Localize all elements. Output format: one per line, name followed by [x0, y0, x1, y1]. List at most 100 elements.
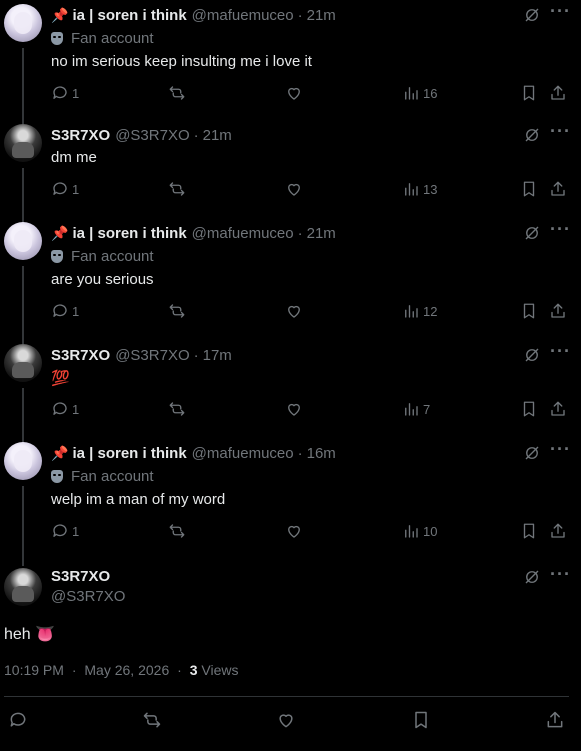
avatar[interactable]: [4, 344, 42, 382]
share-icon: [547, 711, 563, 728]
author-handle[interactable]: @mafuemuceo: [192, 225, 294, 242]
author-name[interactable]: S3R7XO: [51, 347, 110, 364]
reply-tweet[interactable]: 📌 ia | soren i think @mafuemuceo · 16m F…: [0, 439, 581, 566]
bookmark-button[interactable]: [411, 710, 431, 730]
tweet-time[interactable]: 21m: [307, 7, 336, 24]
avatar[interactable]: [4, 124, 42, 162]
author-name[interactable]: ia | soren i think: [72, 445, 186, 462]
author-handle[interactable]: @S3R7XO: [115, 347, 189, 364]
bookmark-icon: [523, 523, 535, 539]
heart-icon: [288, 87, 300, 100]
grok-icon[interactable]: [523, 444, 541, 467]
reply-tweet[interactable]: 📌 ia | soren i think @mafuemuceo · 21m F…: [0, 1, 581, 128]
main-author-name[interactable]: S3R7XO: [51, 568, 125, 585]
reply-tweet[interactable]: S3R7XO @S3R7XO · 17m 💯 ··· 1 7: [0, 341, 581, 446]
retweet-icon: [143, 712, 161, 728]
share-icon: [551, 303, 565, 318]
reply-button[interactable]: 1: [51, 180, 79, 198]
share-button[interactable]: [549, 400, 567, 418]
tweet-text: no im serious keep insulting me i love i…: [51, 53, 312, 70]
like-button[interactable]: [285, 84, 303, 102]
tweet-header: S3R7XO @S3R7XO · 17m: [51, 346, 232, 364]
bookmark-button[interactable]: [520, 302, 538, 320]
tweet-time[interactable]: 21m: [307, 225, 336, 242]
avatar[interactable]: [4, 222, 42, 260]
share-button[interactable]: [549, 302, 567, 320]
share-button[interactable]: [549, 522, 567, 540]
grok-icon[interactable]: [523, 224, 541, 247]
reply-button[interactable]: 1: [51, 522, 79, 540]
views-button[interactable]: 16: [402, 84, 437, 102]
share-button[interactable]: [545, 710, 565, 730]
more-icon[interactable]: ···: [550, 439, 571, 460]
reply-count: 1: [72, 181, 80, 197]
views-count: 12: [423, 303, 438, 319]
retweet-button[interactable]: [168, 400, 186, 418]
more-icon[interactable]: ···: [550, 219, 571, 240]
avatar[interactable]: [4, 4, 42, 42]
tweet-time[interactable]: 16m: [307, 445, 336, 462]
like-button[interactable]: [276, 710, 296, 730]
like-button[interactable]: [285, 400, 303, 418]
reply-button[interactable]: 1: [51, 84, 79, 102]
fan-label-text: Fan account: [71, 29, 154, 47]
views-button[interactable]: 12: [402, 302, 437, 320]
views-count: 10: [423, 523, 438, 539]
avatar[interactable]: [4, 568, 42, 606]
grok-icon[interactable]: [523, 568, 541, 591]
author-handle[interactable]: @mafuemuceo: [192, 7, 294, 24]
retweet-button[interactable]: [168, 302, 186, 320]
retweet-button[interactable]: [168, 522, 186, 540]
views-icon: [405, 525, 418, 538]
retweet-icon: [169, 182, 185, 196]
divider: [4, 696, 569, 697]
tweet-time[interactable]: 17m: [203, 347, 232, 364]
main-author-handle[interactable]: @S3R7XO: [51, 588, 125, 605]
reply-button[interactable]: 1: [51, 400, 79, 418]
author-handle[interactable]: @S3R7XO: [115, 127, 189, 144]
reply-button[interactable]: 1: [51, 302, 79, 320]
more-icon[interactable]: ···: [550, 121, 571, 142]
views-count: 7: [423, 401, 431, 417]
views-count: 13: [423, 181, 438, 197]
reply-tweet[interactable]: 📌 ia | soren i think @mafuemuceo · 21m F…: [0, 219, 581, 348]
author-name[interactable]: ia | soren i think: [72, 7, 186, 24]
grok-icon[interactable]: [523, 126, 541, 149]
reply-button[interactable]: [8, 710, 28, 730]
reply-tweet[interactable]: S3R7XO @S3R7XO · 21m dm me ··· 1 13: [0, 121, 581, 226]
grok-icon[interactable]: [523, 6, 541, 29]
views-button[interactable]: 10: [402, 522, 437, 540]
author-handle[interactable]: @mafuemuceo: [192, 445, 294, 462]
more-icon[interactable]: ···: [550, 1, 571, 22]
bookmark-button[interactable]: [520, 522, 538, 540]
share-button[interactable]: [549, 180, 567, 198]
retweet-button[interactable]: [168, 180, 186, 198]
pin-icon: 📌: [51, 224, 69, 241]
views-button[interactable]: 7: [402, 400, 430, 418]
views-button[interactable]: 13: [402, 180, 437, 198]
like-button[interactable]: [285, 180, 303, 198]
author-name[interactable]: S3R7XO: [51, 127, 110, 144]
heart-icon: [279, 714, 293, 728]
avatar[interactable]: [4, 442, 42, 480]
main-action-bar: [0, 710, 581, 734]
more-icon[interactable]: ···: [550, 564, 571, 585]
fan-label-text: Fan account: [71, 467, 154, 485]
mask-icon: [51, 31, 63, 45]
share-button[interactable]: [549, 84, 567, 102]
grok-icon[interactable]: [523, 346, 541, 369]
bookmark-button[interactable]: [520, 400, 538, 418]
tweet-date[interactable]: May 26, 2026: [84, 662, 169, 678]
retweet-button[interactable]: [168, 84, 186, 102]
tweet-time[interactable]: 21m: [203, 127, 232, 144]
bookmark-button[interactable]: [520, 180, 538, 198]
more-icon[interactable]: ···: [550, 341, 571, 362]
like-button[interactable]: [285, 522, 303, 540]
main-tweet-text: heh 👅: [4, 626, 56, 643]
action-bar: 1 12: [0, 302, 581, 326]
author-name[interactable]: ia | soren i think: [72, 225, 186, 242]
bookmark-button[interactable]: [520, 84, 538, 102]
like-button[interactable]: [285, 302, 303, 320]
tweet-time[interactable]: 10:19 PM: [4, 662, 64, 678]
retweet-button[interactable]: [142, 710, 162, 730]
